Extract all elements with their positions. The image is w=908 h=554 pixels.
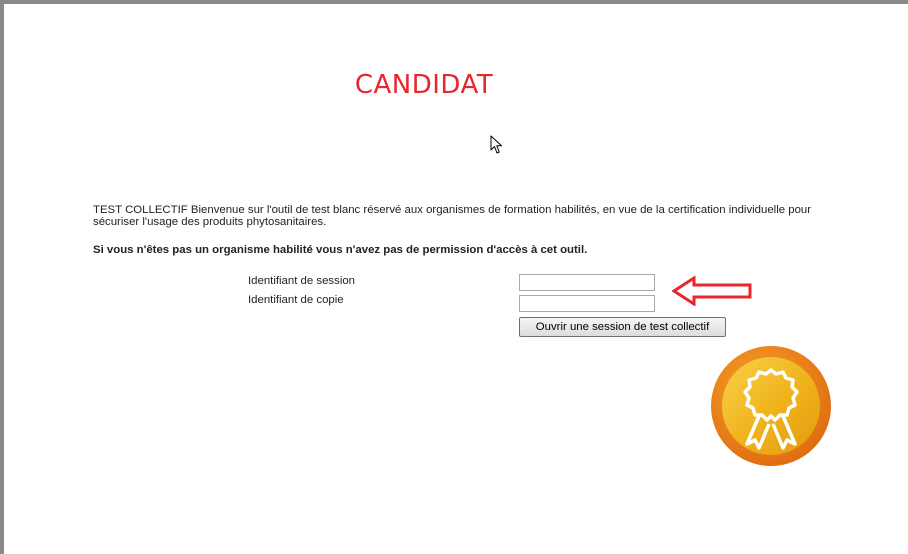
copy-id-input[interactable] <box>519 295 655 312</box>
session-id-label: Identifiant de session <box>248 275 356 287</box>
copy-id-label: Identifiant de copie <box>248 294 344 306</box>
red-arrow-icon <box>672 276 752 306</box>
mouse-pointer-icon <box>490 135 502 154</box>
page-title: CANDIDAT <box>354 70 494 100</box>
session-id-input[interactable] <box>519 274 655 291</box>
access-warning: Si vous n'êtes pas un organisme habilité… <box>93 244 588 256</box>
open-session-button[interactable]: Ouvrir une session de test collectif <box>519 317 726 337</box>
intro-text: TEST COLLECTIF Bienvenue sur l'outil de … <box>93 204 812 228</box>
award-ribbon-icon <box>711 346 831 466</box>
page-frame: CANDIDAT TEST COLLECTIF Bienvenue sur l'… <box>0 0 908 554</box>
